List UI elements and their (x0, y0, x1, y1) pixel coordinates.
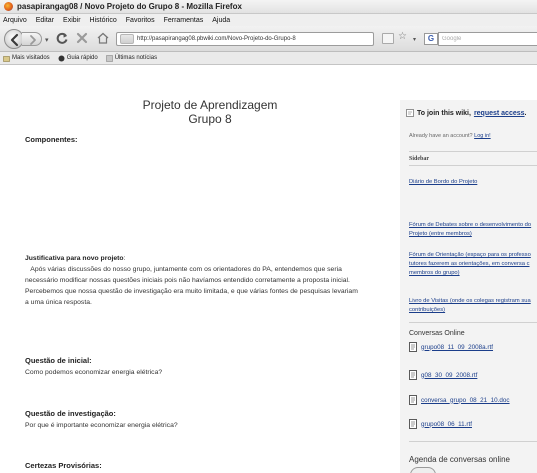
divider (409, 322, 537, 323)
questao-inicial-heading: Questão de inicial: (25, 356, 92, 365)
bookmark-mais-visitados[interactable]: Mais visitados (3, 55, 50, 62)
questao-inicial-text: Como podemos economizar energia elétrica… (25, 369, 163, 376)
rss-feed-icon (105, 54, 113, 62)
forward-arrow-icon (30, 35, 36, 45)
document-icon (409, 419, 417, 429)
menu-bar: Arquivo Editar Exibir Histórico Favorito… (0, 14, 537, 26)
wiki-sidebar: To join this wiki, request access . Alre… (400, 65, 537, 473)
file-item[interactable]: conversa_grupo_08_21_10.doc (409, 395, 510, 405)
reload-icon[interactable] (55, 31, 69, 45)
bookmarks-toolbar: Mais visitados Guia rápido Últimas notíc… (0, 52, 537, 65)
home-icon[interactable] (96, 31, 110, 45)
feed-icon[interactable] (382, 33, 394, 44)
back-button[interactable] (4, 29, 24, 49)
file-item[interactable]: grupo08_11_09_2008a.rtf (409, 342, 493, 352)
sidebar-link-forum-orientacao-cont[interactable]: tutores fazerem as orientações, em conve… (409, 260, 537, 269)
page-subtitle: Grupo 8 (188, 112, 232, 126)
questao-investigacao-text: Por que é importante economizar energia … (25, 422, 178, 429)
menu-ferramentas[interactable]: Ferramentas (164, 17, 204, 24)
window-title: pasapirangag08 / Novo Projeto do Grupo 8… (17, 2, 242, 11)
menu-editar[interactable]: Editar (36, 17, 54, 24)
url-bar[interactable]: http://pasapirangag08.pbwiki.com/Novo-Pr… (116, 32, 374, 46)
search-engine-icon[interactable]: G (424, 33, 438, 45)
already-text: Already have an account? (409, 133, 473, 139)
join-prefix: To join this wiki, (417, 109, 471, 117)
sidebar-link-forum-debates-cont[interactable]: Projeto (entre membros) (409, 230, 537, 239)
sidebar-link-forum-orientacao-cont2[interactable]: membros do grupo) (409, 269, 537, 278)
menu-arquivo[interactable]: Arquivo (3, 17, 27, 24)
divider (409, 151, 537, 152)
questao-investigacao-heading: Questão de investigação: (25, 409, 116, 418)
agenda-heading: Agenda de conversas online (409, 455, 510, 464)
file-item[interactable]: g08_30_09_2008.rtf (409, 370, 477, 380)
url-dropdown-icon[interactable]: ▾ (413, 36, 416, 43)
history-dropdown-icon[interactable]: ▾ (45, 36, 49, 44)
folder-icon (3, 55, 10, 62)
bookmark-label: Últimas notícias (114, 55, 158, 61)
firefox-icon (4, 2, 13, 11)
search-box[interactable] (438, 32, 537, 46)
document-icon (409, 370, 417, 380)
calendar-badge-icon (410, 467, 436, 473)
sidebar-link-forum-orientacao[interactable]: Fórum de Orientação (espaço para os prof… (409, 251, 537, 260)
sidebar-heading: Sidebar (409, 156, 430, 162)
justificativa-line: necessário modificar nossas questões ini… (25, 277, 350, 284)
join-suffix: . (524, 109, 527, 117)
join-wiki-notice: To join this wiki, request access . (406, 109, 526, 117)
firefox-bookmark-icon (58, 55, 65, 61)
justificativa-heading: Justificativa para novo projeto (25, 255, 124, 262)
document-icon (409, 342, 417, 352)
login-link[interactable]: Log in! (474, 133, 491, 139)
bookmark-label: Guia rápido (66, 55, 98, 61)
certezas-heading: Certezas Provisórias: (25, 461, 102, 470)
divider (409, 165, 537, 166)
site-identity-icon[interactable] (120, 34, 134, 44)
file-link[interactable]: grupo08_11_09_2008a.rtf (421, 344, 493, 351)
conversas-heading: Conversas Online (409, 330, 465, 337)
divider (409, 441, 537, 442)
componentes-heading: Componentes: (25, 135, 78, 144)
menu-ajuda[interactable]: Ajuda (212, 17, 230, 24)
sidebar-link-livro-visitas[interactable]: Livro de Visitas (onde os colegas regist… (409, 297, 537, 306)
menu-historico[interactable]: Histórico (90, 17, 117, 24)
search-input[interactable] (442, 36, 532, 42)
menu-favoritos[interactable]: Favoritos (126, 17, 155, 24)
sidebar-link-forum-debates[interactable]: Fórum de Debates sobre o desenvolvimento… (409, 221, 537, 230)
justificativa-line: Percebemos que nossa questão de investig… (25, 288, 358, 295)
page-title: Projeto de Aprendizagem (142, 98, 278, 112)
file-link[interactable]: grupo08_06_11.rtf (421, 421, 472, 428)
title-bar: pasapirangag08 / Novo Projeto do Grupo 8… (0, 0, 537, 14)
forward-button[interactable] (22, 32, 42, 46)
sidebar-link-livro-visitas-cont[interactable]: contribuições) (409, 306, 537, 315)
file-item[interactable]: grupo08_06_11.rtf (409, 419, 472, 429)
url-text[interactable]: http://pasapirangag08.pbwiki.com/Novo-Pr… (137, 36, 296, 42)
menu-exibir[interactable]: Exibir (63, 17, 81, 24)
file-link[interactable]: conversa_grupo_08_21_10.doc (421, 397, 510, 404)
sidebar-link-diario[interactable]: Diário de Bordo do Projeto (409, 178, 537, 187)
bookmark-label: Mais visitados (12, 55, 50, 61)
request-access-link[interactable]: request access (474, 110, 525, 117)
stop-icon[interactable] (75, 31, 89, 45)
file-link[interactable]: g08_30_09_2008.rtf (421, 372, 477, 379)
justificativa-line: Após várias discussões do nosso grupo, j… (25, 266, 342, 273)
login-prompt: Already have an account? Log in! (409, 133, 491, 139)
note-icon (406, 109, 414, 117)
bookmark-star-icon[interactable]: ☆ (398, 31, 407, 42)
main-content: Projeto de Aprendizagem Grupo 8 Componen… (0, 65, 390, 473)
bookmark-guia-rapido[interactable]: Guia rápido (58, 55, 98, 62)
justificativa-section: Justificativa para novo projeto: Após vá… (25, 253, 385, 308)
navigation-toolbar: ▾ http://pasapirangag08.pbwiki.com/Novo-… (0, 26, 537, 52)
justificativa-line: a uma única resposta. (25, 299, 92, 306)
bookmark-ultimas-noticias[interactable]: Últimas notícias (105, 54, 158, 62)
document-icon (409, 395, 417, 405)
